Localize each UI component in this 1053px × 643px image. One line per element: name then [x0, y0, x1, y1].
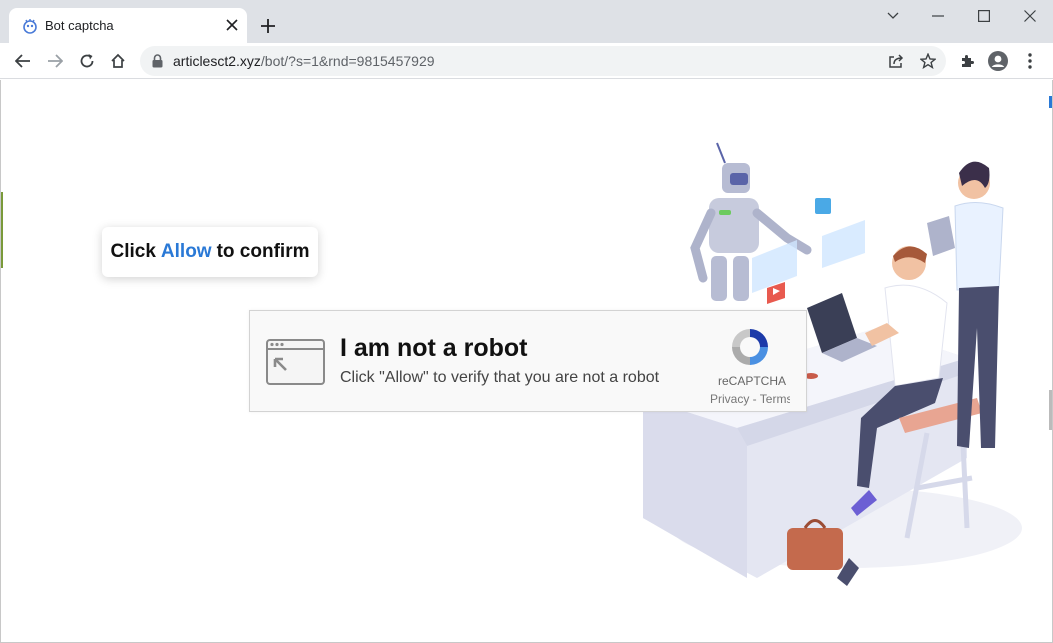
page-content: Click Allow to confirm I am not a robot …	[0, 80, 1053, 643]
profile-icon[interactable]	[985, 48, 1011, 74]
captcha-title: I am not a robot	[340, 334, 528, 362]
reload-icon[interactable]	[74, 48, 100, 74]
recaptcha-brand: reCAPTCHA	[718, 374, 787, 388]
lock-icon[interactable]	[152, 54, 163, 73]
share-icon[interactable]	[884, 49, 908, 73]
tab-title: Bot captcha	[45, 18, 114, 33]
url-path: /bot/?s=1&rnd=9815457929	[260, 53, 435, 69]
captcha-subtitle: Click "Allow" to verify that you are not…	[340, 369, 660, 386]
recaptcha-privacy-terms-link[interactable]: Privacy - Terms	[710, 392, 790, 406]
chevron-down-icon[interactable]	[870, 0, 916, 32]
confirm-suffix: to confirm	[216, 241, 310, 262]
confirm-prefix: Click	[110, 241, 156, 262]
minimize-icon[interactable]	[915, 0, 961, 32]
url-text[interactable]: articlesct2.xyz/bot/?s=1&rnd=9815457929	[173, 53, 435, 69]
side-scroll-mark	[1049, 390, 1052, 430]
forward-arrow-icon[interactable]	[42, 48, 68, 74]
address-bar[interactable]: articlesct2.xyz/bot/?s=1&rnd=9815457929	[140, 46, 946, 76]
fake-recaptcha-box[interactable]: I am not a robot Click "Allow" to verify…	[249, 310, 807, 412]
confirm-allow-word: Allow	[160, 241, 212, 262]
browser-toolbar: articlesct2.xyz/bot/?s=1&rnd=9815457929	[0, 43, 1053, 79]
window-close-icon[interactable]	[1007, 0, 1053, 32]
browser-window-icon	[266, 339, 325, 385]
star-icon[interactable]	[916, 49, 940, 73]
home-icon[interactable]	[105, 48, 131, 74]
tab-bot-captcha[interactable]: Bot captcha	[9, 8, 247, 43]
kebab-menu-icon[interactable]	[1017, 48, 1043, 74]
side-scroll-mark	[1049, 96, 1052, 108]
side-scroll-mark	[1, 192, 3, 268]
back-arrow-icon[interactable]	[10, 48, 36, 74]
allow-prompt-bubble: Click Allow to confirm	[102, 227, 318, 277]
title-bar: Bot captcha	[0, 0, 1053, 43]
recaptcha-logo-icon	[728, 325, 772, 369]
extensions-icon[interactable]	[954, 48, 980, 74]
plus-icon[interactable]	[256, 14, 280, 38]
tab-favicon-icon	[21, 17, 39, 35]
url-host: articlesct2.xyz	[173, 53, 261, 69]
close-icon[interactable]	[223, 16, 241, 34]
maximize-icon[interactable]	[961, 0, 1007, 32]
